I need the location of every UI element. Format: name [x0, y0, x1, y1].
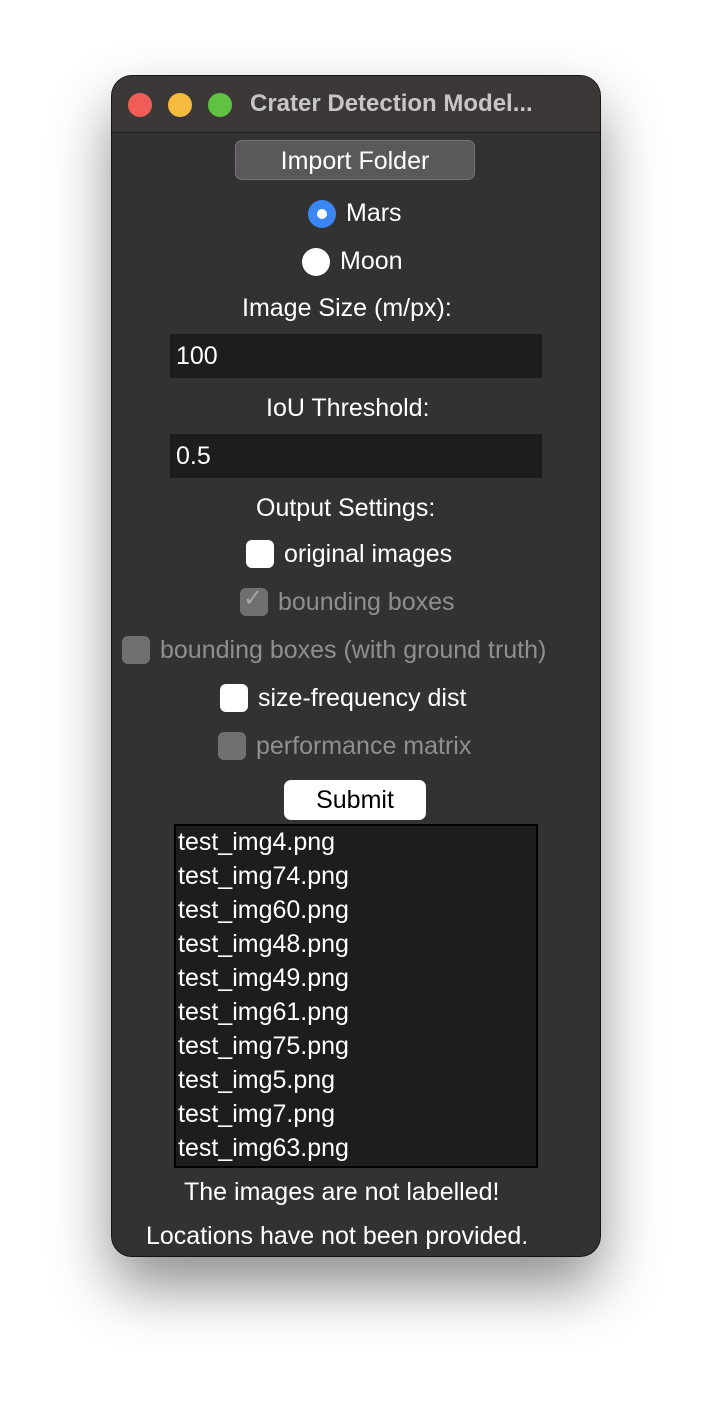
performance-matrix-checkbox[interactable]: [218, 732, 246, 760]
maximize-window-button[interactable]: [208, 93, 232, 117]
moon-radio[interactable]: [302, 248, 330, 276]
list-item[interactable]: test_img7.png: [178, 1100, 335, 1129]
mars-radio[interactable]: [308, 200, 336, 228]
size-frequency-dist-label[interactable]: size-frequency dist: [258, 684, 466, 713]
bounding-boxes-ground-truth-label: bounding boxes (with ground truth): [160, 636, 547, 664]
performance-matrix-label: performance matrix: [256, 732, 472, 760]
window-title: Crater Detection Model...: [250, 90, 533, 117]
bounding-boxes-label: bounding boxes: [278, 588, 455, 616]
size-frequency-dist-checkbox[interactable]: [220, 684, 248, 712]
iou-threshold-input[interactable]: 0.5: [170, 434, 542, 478]
labels-status-message: The images are not labelled!: [184, 1178, 500, 1206]
list-item[interactable]: test_img5.png: [178, 1066, 335, 1095]
list-item[interactable]: test_img63.png: [178, 1134, 349, 1163]
submit-button[interactable]: Submit: [284, 780, 426, 820]
checkmark-icon: ✓: [243, 585, 264, 612]
import-folder-button[interactable]: Import Folder: [235, 140, 475, 180]
original-images-label[interactable]: original images: [284, 540, 452, 569]
original-images-checkbox[interactable]: [246, 540, 274, 568]
list-item[interactable]: test_img74.png: [178, 862, 349, 891]
output-settings-heading: Output Settings:: [256, 494, 436, 522]
bounding-boxes-checkbox[interactable]: ✓: [240, 585, 268, 616]
bounding-boxes-ground-truth-checkbox[interactable]: [122, 636, 150, 664]
list-item[interactable]: test_img49.png: [178, 964, 349, 993]
list-item[interactable]: test_img48.png: [178, 930, 349, 959]
app-window: Crater Detection Model... Import Folder …: [112, 76, 600, 1256]
minimize-window-button[interactable]: [168, 93, 192, 117]
list-item[interactable]: test_img75.png: [178, 1032, 349, 1061]
mars-radio-label[interactable]: Mars: [346, 199, 402, 228]
list-item[interactable]: test_img4.png: [178, 828, 335, 857]
close-window-button[interactable]: [128, 93, 152, 117]
file-listbox[interactable]: test_img4.png test_img74.png test_img60.…: [174, 824, 538, 1168]
moon-radio-label[interactable]: Moon: [340, 247, 403, 276]
list-item[interactable]: test_img61.png: [178, 998, 349, 1027]
iou-threshold-label: IoU Threshold:: [266, 394, 430, 422]
image-size-input[interactable]: 100: [170, 334, 542, 378]
list-item[interactable]: test_img60.png: [178, 896, 349, 925]
image-size-label: Image Size (m/px):: [242, 294, 452, 322]
title-bar[interactable]: Crater Detection Model...: [112, 76, 600, 133]
locations-status-message: Locations have not been provided.: [146, 1222, 529, 1250]
